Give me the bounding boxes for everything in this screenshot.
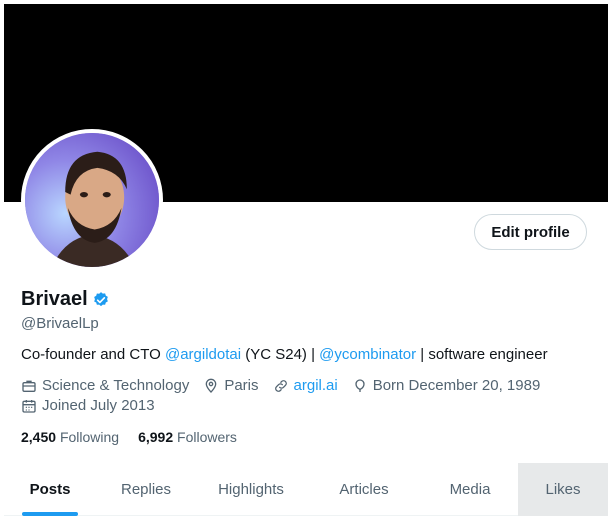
profile-meta-row: Joined July 2013 [21, 397, 169, 414]
bio-text: (YC S24) | [241, 346, 320, 363]
meta-website[interactable]: argil.ai [273, 377, 338, 394]
meta-location: Paris [203, 377, 259, 394]
profile-page: Edit profile Brivael @BrivaelLp Co-found… [4, 4, 608, 527]
display-name: Brivael [21, 288, 88, 310]
edit-profile-button[interactable]: Edit profile [474, 214, 587, 250]
website-link[interactable]: argil.ai [294, 377, 338, 394]
follow-stats: 2,450 Following 6,992 Followers [21, 429, 256, 445]
following-count: 2,450 [21, 429, 57, 445]
following-label: Following [59, 429, 120, 445]
briefcase-icon [22, 380, 36, 392]
avatar-portrait-image [25, 133, 159, 267]
meta-location-label: Paris [224, 377, 259, 394]
tab-label: Media [449, 481, 491, 498]
profile-bio: Co-founder and CTO @argildotai (YC S24) … [21, 346, 548, 363]
tab-highlights[interactable]: Highlights [196, 463, 306, 516]
meta-category: Science & Technology [21, 377, 189, 394]
followers-label: Followers [177, 429, 237, 445]
tab-label: Replies [120, 481, 172, 498]
meta-category-label: Science & Technology [42, 377, 190, 394]
following-link[interactable]: 2,450 Following [21, 429, 119, 445]
tab-label: Likes [545, 481, 581, 498]
bio-mention-ycombinator[interactable]: @ycombinator [319, 346, 416, 363]
followers-count: 6,992 [138, 429, 174, 445]
location-pin-icon [205, 378, 217, 393]
bio-text: | software engineer [416, 346, 548, 363]
calendar-icon [22, 399, 36, 413]
link-icon [274, 379, 287, 392]
profile-name-row: Brivael [21, 288, 110, 311]
tab-label: Posts [29, 481, 71, 498]
bio-text: Co-founder and CTO [21, 346, 165, 363]
tab-articles[interactable]: Articles [306, 463, 422, 516]
meta-joined-label: Joined July 2013 [42, 397, 155, 414]
profile-avatar[interactable] [21, 129, 163, 271]
profile-meta-row: Science & Technology Paris argil.ai Born… [21, 377, 554, 394]
verified-badge-icon[interactable] [92, 291, 110, 309]
balloon-icon [355, 378, 365, 392]
tab-likes[interactable]: Likes [518, 463, 608, 516]
tab-media[interactable]: Media [422, 463, 518, 516]
followers-link[interactable]: 6,992 Followers [138, 429, 237, 445]
tab-label: Highlights [218, 481, 284, 498]
profile-handle: @BrivaelLp [21, 315, 99, 332]
tab-label: Articles [339, 481, 389, 498]
tab-posts[interactable]: Posts [4, 463, 96, 516]
tab-replies[interactable]: Replies [96, 463, 196, 516]
meta-birthday: Born December 20, 1989 [352, 377, 541, 394]
bio-mention-argildotai[interactable]: @argildotai [165, 346, 241, 363]
timeline-start [4, 516, 608, 527]
meta-birthday-label: Born December 20, 1989 [372, 377, 541, 394]
profile-tabs: Posts Replies Highlights Articles Media … [4, 463, 608, 516]
meta-joined: Joined July 2013 [21, 397, 155, 414]
